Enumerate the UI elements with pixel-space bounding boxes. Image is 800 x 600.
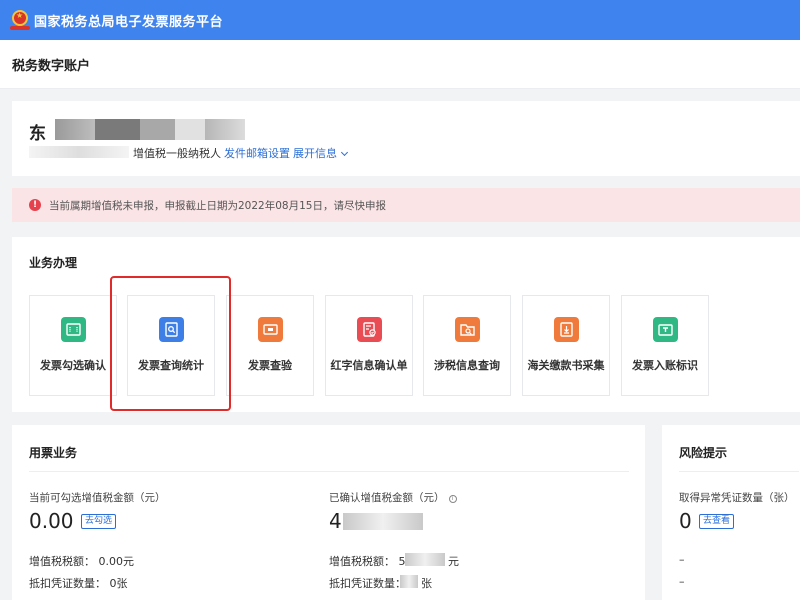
- selectable-vat-amount-label: 当前可勾选增值税金额（元）: [29, 492, 166, 504]
- divider: [29, 471, 629, 472]
- folder-search-icon: [455, 317, 480, 342]
- confirmed-tax-unit: 元: [448, 555, 459, 568]
- confirmed-vat-amount-value: 4: [329, 509, 342, 533]
- tile-label: 海关缴款书采集: [527, 359, 605, 372]
- page-header: 税务数字账户: [0, 40, 800, 89]
- section-title: 用票业务: [29, 446, 78, 460]
- abnormal-voucher-count-value: 0: [679, 509, 692, 533]
- divider: [679, 471, 799, 472]
- tile-label: 发票勾选确认: [40, 359, 106, 372]
- national-emblem-icon: ★: [10, 9, 30, 31]
- tile-label: 涉税信息查询: [434, 359, 500, 372]
- redacted-amount: [343, 513, 423, 530]
- tile-label: 发票查验: [248, 359, 292, 372]
- redacted-tax-id: [29, 146, 129, 158]
- tile-invoice-entry-mark[interactable]: 发票入账标识: [621, 295, 709, 396]
- tile-red-info-confirm[interactable]: 红字信息确认单: [325, 295, 413, 396]
- ticket-business-card: 用票业务 当前可勾选增值税金额（元） 0.00 去勾选 增值税税额： 0.00元…: [12, 425, 645, 600]
- info-icon[interactable]: i: [448, 495, 457, 503]
- mailbox-settings-link[interactable]: 发件邮箱设置: [224, 145, 290, 161]
- chevron-down-icon: [340, 148, 349, 157]
- redacted-tax: [405, 553, 445, 566]
- ticket-check-icon: [61, 317, 86, 342]
- confirmed-count-unit: 张: [421, 577, 432, 590]
- redacted-name: [140, 119, 175, 140]
- ticket-verify-icon: [258, 317, 283, 342]
- account-card: 东 增值税一般纳税人 发件邮箱设置 展开信息: [12, 101, 800, 176]
- tile-tax-info-query[interactable]: 涉税信息查询: [423, 295, 511, 396]
- confirmed-tax-line: 增值税税额： 5: [329, 555, 406, 568]
- tile-invoice-verify[interactable]: 发票查验: [226, 295, 314, 396]
- tile-customs-payment-collect[interactable]: 海关缴款书采集: [522, 295, 610, 396]
- warning-icon: !: [29, 199, 41, 211]
- ticket-mark-icon: [653, 317, 678, 342]
- risk-line-2: –: [679, 575, 685, 588]
- redacted-name: [55, 119, 95, 140]
- deduction-count-line: 抵扣凭证数量： 0张: [29, 577, 128, 590]
- highlight-annotation: [110, 276, 231, 411]
- taxpayer-type: 增值税一般纳税人: [133, 147, 221, 160]
- section-title: 风险提示: [679, 446, 728, 460]
- confirmed-count-line: 抵扣凭证数量：: [329, 577, 406, 590]
- top-bar: ★ 国家税务总局电子发票服务平台: [0, 0, 800, 40]
- page-title: 税务数字账户: [12, 58, 91, 74]
- expand-info-label: 展开信息: [293, 147, 337, 160]
- customs-doc-icon: [554, 317, 579, 342]
- red-document-icon: [357, 317, 382, 342]
- vat-tax-line: 增值税税额： 0.00元: [29, 555, 134, 568]
- section-title: 业务办理: [29, 256, 78, 270]
- go-select-button[interactable]: 去勾选: [81, 514, 117, 529]
- app-title: 国家税务总局电子发票服务平台: [34, 14, 224, 30]
- go-view-button[interactable]: 去查看: [699, 514, 735, 529]
- tile-invoice-select-confirm[interactable]: 发票勾选确认: [29, 295, 117, 396]
- tile-label: 发票入账标识: [632, 359, 698, 372]
- confirmed-vat-amount-text: 已确认增值税金额（元）: [329, 492, 445, 504]
- redacted-name: [175, 119, 205, 140]
- company-name: 东: [29, 124, 46, 144]
- redacted-count: [400, 575, 418, 588]
- alert-text: 当前属期增值税未申报，申报截止日期为2022年08月15日，请尽快申报: [49, 199, 386, 212]
- abnormal-voucher-count-label: 取得异常凭证数量（张）: [679, 492, 795, 504]
- confirmed-vat-amount-label: 已确认增值税金额（元） i: [329, 490, 457, 505]
- redacted-name: [205, 119, 245, 140]
- selectable-vat-amount-value: 0.00: [29, 509, 74, 533]
- redacted-name: [95, 119, 140, 140]
- expand-info-link[interactable]: 展开信息: [293, 145, 349, 161]
- risk-card: 风险提示 取得异常凭证数量（张） 0 去查看 – –: [662, 425, 800, 600]
- tile-label: 红字信息确认单: [330, 359, 408, 372]
- declaration-alert: ! 当前属期增值税未申报，申报截止日期为2022年08月15日，请尽快申报: [12, 188, 800, 222]
- risk-line-1: –: [679, 553, 685, 566]
